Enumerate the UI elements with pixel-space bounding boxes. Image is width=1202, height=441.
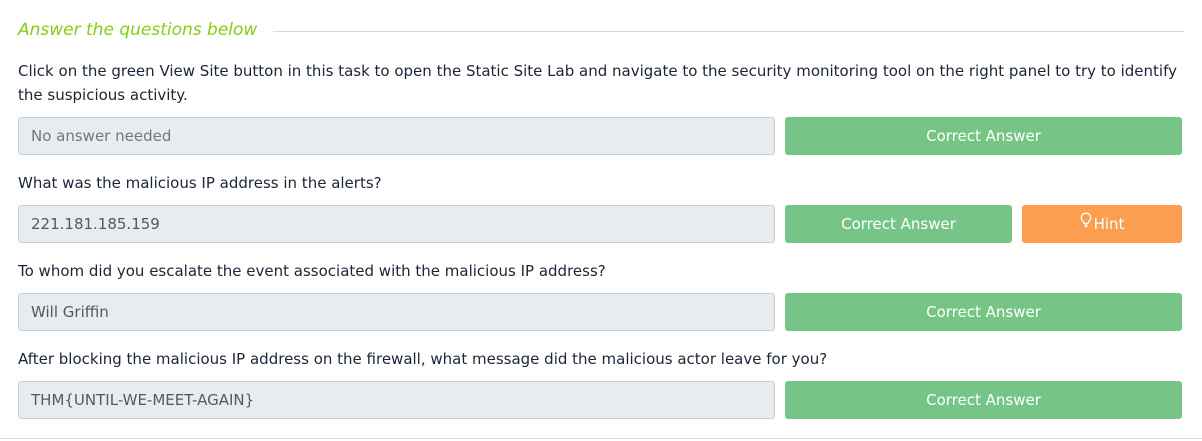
question-3-text: To whom did you escalate the event assoc… <box>18 262 606 280</box>
answer-field-2[interactable]: 221.181.185.159 <box>18 205 775 243</box>
question-4-text: After blocking the malicious IP address … <box>18 350 828 368</box>
hint-button-label: Hint <box>1093 215 1125 233</box>
answer-field-4[interactable]: THM{UNTIL-WE-MEET-AGAIN} <box>18 381 775 419</box>
lightbulb-icon <box>1080 204 1092 242</box>
section-title: Answer the questions below <box>18 20 258 40</box>
correct-answer-button-1[interactable]: Correct Answer <box>785 117 1182 155</box>
hint-button[interactable]: Hint <box>1022 205 1182 243</box>
questions-panel: Answer the questions below Click on the … <box>0 0 1202 441</box>
question-1-text: Click on the green View Site button in t… <box>18 62 1177 104</box>
correct-answer-button-4[interactable]: Correct Answer <box>785 381 1182 419</box>
correct-answer-button-2[interactable]: Correct Answer <box>785 205 1012 243</box>
correct-answer-button-3[interactable]: Correct Answer <box>785 293 1182 331</box>
question-2-text: What was the malicious IP address in the… <box>18 174 382 192</box>
section-divider <box>273 30 1184 32</box>
bottom-divider <box>0 438 1202 439</box>
answer-field-3[interactable]: Will Griffin <box>18 293 775 331</box>
answer-field-1[interactable]: No answer needed <box>18 117 775 155</box>
section-header: Answer the questions below <box>18 18 1184 42</box>
